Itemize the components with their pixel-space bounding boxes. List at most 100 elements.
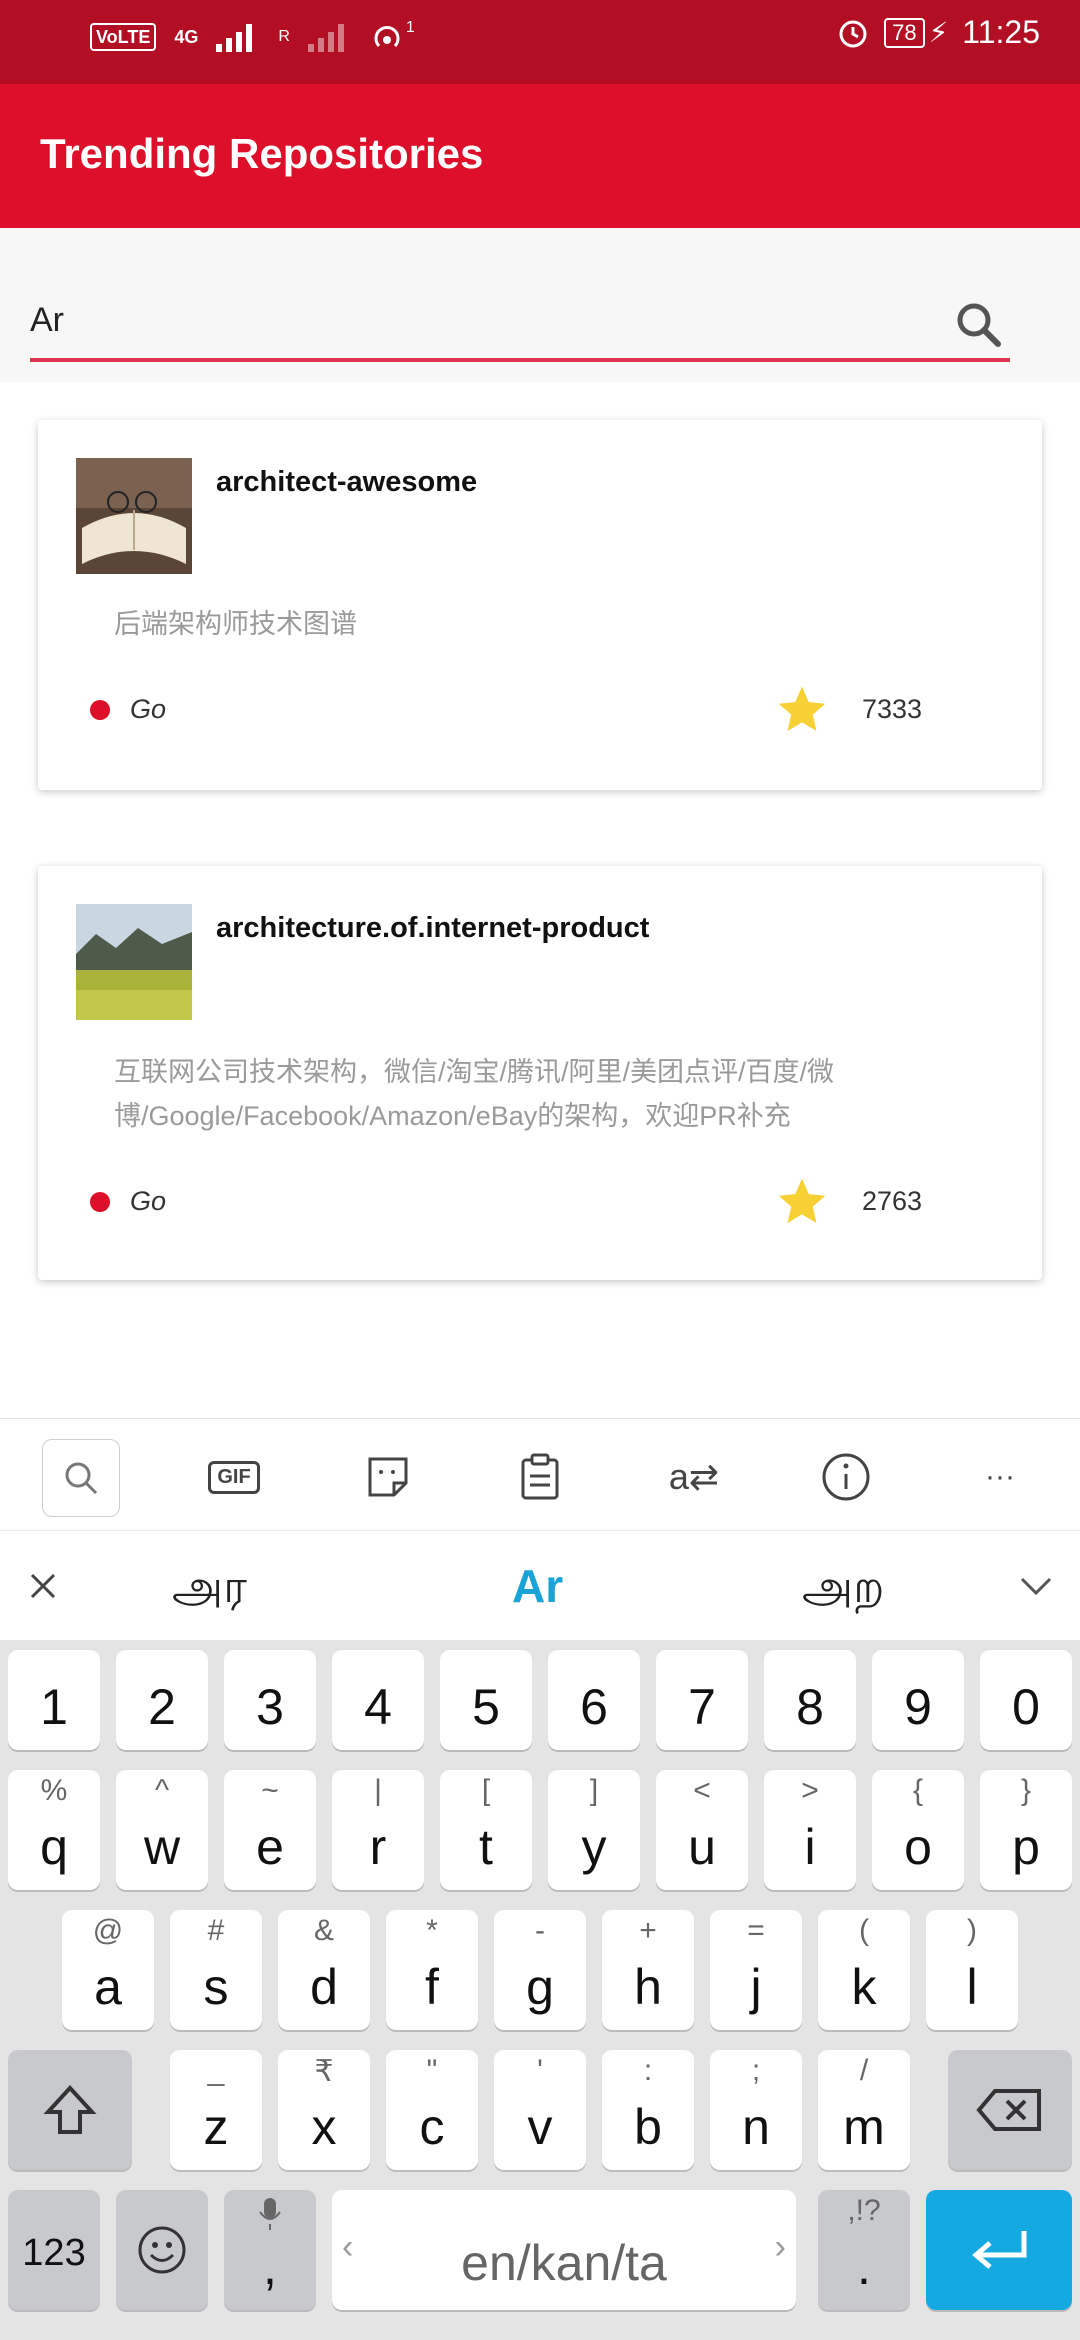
repo-description: 互联网公司技术架构，微信/淘宝/腾讯/阿里/美团点评/百度/微博/Google/… (114, 1057, 835, 1131)
key-m-label: m (843, 2099, 885, 2155)
key-b[interactable]: :b (602, 2050, 694, 2170)
key-f[interactable]: * f (386, 1910, 478, 2030)
key-k[interactable]: (k (818, 1910, 910, 2030)
key-z[interactable]: _ z (170, 2050, 262, 2170)
key-u[interactable]: < u (656, 1770, 748, 1890)
key-i-hint: > (801, 1774, 819, 1807)
key-d-hint: & (313, 1914, 334, 1947)
info-button[interactable] (808, 1439, 884, 1515)
key-n[interactable]: ; n (710, 2050, 802, 2170)
search-area (0, 228, 1080, 382)
key-8-label: 8 (796, 1679, 824, 1735)
key-y-hint: ] (589, 1774, 599, 1807)
key-h-hint: + (639, 1914, 657, 1947)
key-w[interactable]: ^ w (116, 1770, 208, 1890)
key-7[interactable]: 7 (656, 1650, 748, 1750)
key-s[interactable]: # s (170, 1910, 262, 2030)
key-0[interactable]: 0 (980, 1650, 1072, 1750)
key-d-label: d (310, 1959, 338, 2015)
key-d[interactable]: & d (278, 1910, 370, 2030)
symbols-key[interactable]: 123 (8, 2190, 100, 2310)
key-i[interactable]: > i (764, 1770, 856, 1890)
battery-level: 78 (884, 17, 925, 48)
key-v[interactable]: ' v (494, 2050, 586, 2170)
clipboard-icon (521, 1453, 559, 1500)
translate-button[interactable]: a⇄ (656, 1439, 732, 1515)
key-w-hint: ^ (154, 1774, 170, 1807)
suggestion-1[interactable]: அர (172, 1559, 247, 1620)
gif-button[interactable]: GIF (196, 1439, 272, 1515)
key-e[interactable]: ~ e (224, 1770, 316, 1890)
key-o-label: o (904, 1819, 932, 1875)
key-a[interactable]: @ a (62, 1910, 154, 2030)
key-6-label: 6 (580, 1679, 608, 1735)
key-j[interactable]: = j (710, 1910, 802, 2030)
key-v-hint: ' (537, 2054, 543, 2087)
search-input[interactable] (30, 290, 980, 350)
key-r[interactable]: | r (332, 1770, 424, 1890)
star-icon (778, 1178, 826, 1223)
suggestion-strip: அர Ar அற (0, 1530, 1080, 1641)
key-8[interactable]: 8 (764, 1650, 856, 1750)
backspace-icon (976, 2089, 1041, 2131)
key-m-hint: / (859, 2054, 869, 2087)
key-x[interactable]: ₹ x (278, 2050, 370, 2170)
keyboard-search-button[interactable] (42, 1439, 120, 1517)
repo-thumbnail (76, 904, 192, 1020)
key-c[interactable]: " c (386, 2050, 478, 2170)
key-q[interactable]: % q (8, 1770, 100, 1890)
key-f-label: f (425, 1959, 439, 2015)
key-y[interactable]: ] y (548, 1770, 640, 1890)
suggestion-3[interactable]: அற (802, 1559, 884, 1620)
key-h[interactable]: + h (602, 1910, 694, 2030)
key-6[interactable]: 6 (548, 1650, 640, 1750)
status-left: VoLTE 4G R 1 (90, 19, 415, 54)
close-icon[interactable] (28, 1571, 58, 1601)
key-k-label: k (851, 1959, 877, 2015)
status-bar: VoLTE 4G R 1 78 ⚡ 11:25 (0, 0, 1080, 84)
key-m[interactable]: / m (818, 2050, 910, 2170)
key-3[interactable]: 3 (224, 1650, 316, 1750)
key-4[interactable]: 4 (332, 1650, 424, 1750)
enter-key[interactable] (926, 2190, 1072, 2310)
key-l[interactable]: ) l (926, 1910, 1018, 2030)
key-5[interactable]: 5 (440, 1650, 532, 1750)
chevron-down-icon[interactable] (1018, 1575, 1054, 1599)
key-b-hint: : (643, 2054, 653, 2087)
space-key[interactable]: en/kan/ta ‹ › (332, 2190, 796, 2310)
gif-icon: GIF (208, 1460, 260, 1494)
key-t[interactable]: [t (440, 1770, 532, 1890)
suggestion-2[interactable]: Ar (512, 1559, 563, 1613)
emoji-icon (138, 2226, 186, 2274)
sticker-icon (368, 1457, 408, 1497)
key-u-label: u (688, 1819, 716, 1875)
key-g[interactable]: -g (494, 1910, 586, 2030)
key-9[interactable]: 9 (872, 1650, 964, 1750)
more-button[interactable]: ··· (962, 1439, 1038, 1515)
clipboard-button[interactable] (502, 1439, 578, 1515)
shift-key[interactable] (8, 2050, 132, 2170)
search-icon (65, 1462, 98, 1495)
key-0-label: 0 (1012, 1679, 1040, 1735)
shift-icon (43, 2085, 97, 2134)
sticker-button[interactable] (350, 1439, 426, 1515)
key-q-label: q (40, 1819, 68, 1875)
search-icon[interactable] (954, 300, 1004, 350)
key-i-label: i (804, 1819, 816, 1875)
status-right: 78 ⚡ 11:25 (836, 14, 1040, 51)
comma-key[interactable]: , (224, 2190, 316, 2310)
key-5-label: 5 (472, 1679, 500, 1735)
emoji-key[interactable] (116, 2190, 208, 2310)
repo-card[interactable]: architect-awesome 后端架构师技术图谱 Go 7333 (38, 420, 1042, 790)
hotspot-icon (374, 26, 400, 48)
key-1[interactable]: 1 (8, 1650, 100, 1750)
key-7-label: 7 (688, 1679, 716, 1735)
key-2[interactable]: 2 (116, 1650, 208, 1750)
mic-icon (258, 2196, 282, 2237)
repo-card[interactable]: architecture.of.internet-product 互联网公司技术… (38, 866, 1042, 1280)
key-p[interactable]: } p (980, 1770, 1072, 1890)
page-title: Trending Repositories (40, 130, 484, 177)
period-key[interactable]: ,!?. (818, 2190, 910, 2310)
backspace-key[interactable] (948, 2050, 1072, 2170)
key-o[interactable]: {o (872, 1770, 964, 1890)
